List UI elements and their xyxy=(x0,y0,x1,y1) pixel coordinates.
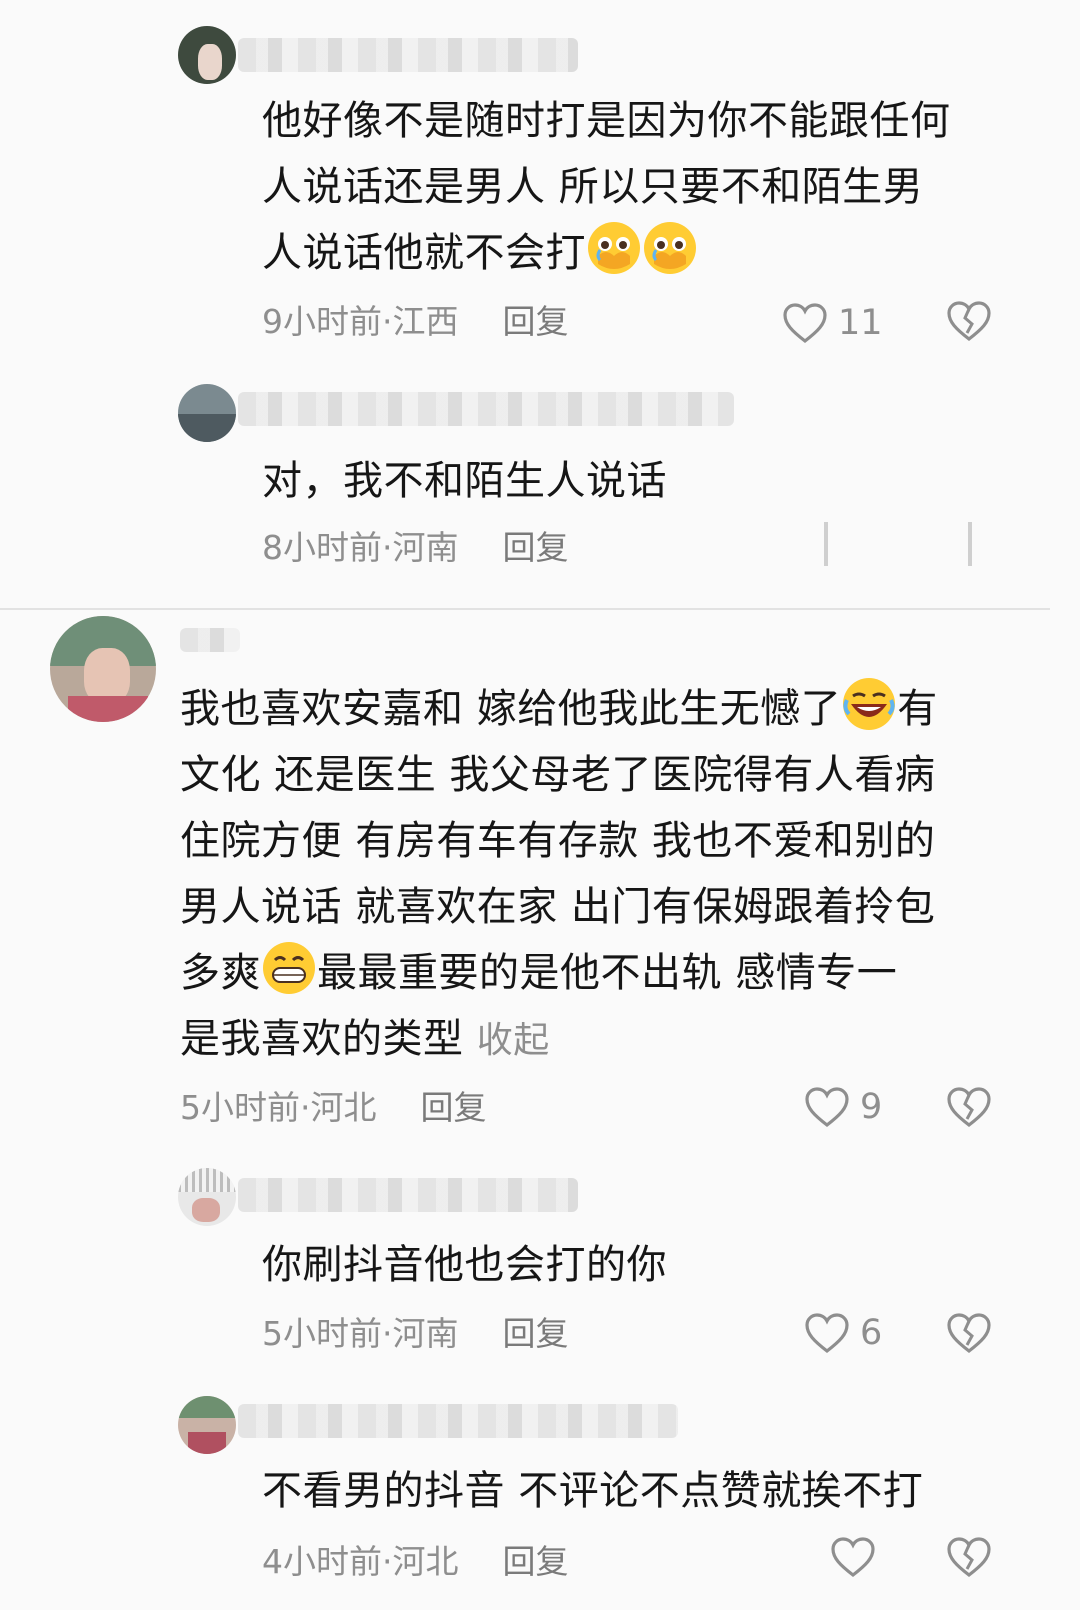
comment-text: 他好像不是随时打是因为你不能跟任何 人说话还是男人 所以只要不和陌生男 人说话他… xyxy=(262,98,951,276)
rolling-laughing-emoji xyxy=(843,678,896,730)
broken-heart-icon[interactable] xyxy=(946,1312,992,1354)
timestamp: 9小时前 xyxy=(262,302,382,341)
reply-button[interactable]: 回复 xyxy=(503,526,569,570)
avatar[interactable] xyxy=(178,1168,236,1226)
broken-heart-icon[interactable] xyxy=(946,1536,992,1578)
broken-heart-icon[interactable] xyxy=(946,1086,992,1128)
broken-heart-icon[interactable] xyxy=(946,300,992,342)
collapse-link[interactable]: 收起 xyxy=(477,1020,550,1061)
username-blurred[interactable] xyxy=(238,1404,678,1438)
username-blurred[interactable] xyxy=(238,1178,578,1212)
comment-text: 我也喜欢安嘉和 嫁给他我此生无憾了有 文化 还是医生 我父母老了医院得有人看病 … xyxy=(180,676,938,1074)
comment-text: 不看男的抖音 不评论不点赞就挨不打 xyxy=(262,1468,924,1514)
separator: · xyxy=(382,1314,393,1353)
like-count: 9 xyxy=(860,1087,883,1127)
separator: · xyxy=(300,1088,311,1127)
dislike-button[interactable] xyxy=(968,522,972,566)
heart-outline-icon[interactable] xyxy=(830,1536,876,1578)
region: 河北 xyxy=(310,1088,377,1127)
like-count: 6 xyxy=(860,1313,883,1353)
grinning-teeth-emoji xyxy=(263,942,315,994)
avatar[interactable] xyxy=(178,1396,236,1454)
heart-outline-icon xyxy=(783,303,827,344)
heart-outline-icon xyxy=(805,1087,849,1128)
separator: · xyxy=(382,302,393,341)
region: 河北 xyxy=(392,1542,459,1581)
separator: · xyxy=(382,1542,393,1581)
comment-meta: 5小时前 · 河北 回复 xyxy=(180,1086,487,1130)
region: 江西 xyxy=(392,302,459,341)
avatar[interactable] xyxy=(178,384,236,442)
comment-text: 对，我不和陌生人说话 xyxy=(262,458,667,504)
comment-meta: 5小时前 · 河南 回复 xyxy=(262,1312,569,1356)
like-button[interactable]: 11 xyxy=(782,300,883,346)
reply-button[interactable]: 回复 xyxy=(421,1086,487,1130)
username-blurred[interactable] xyxy=(238,38,578,72)
username-blurred[interactable] xyxy=(238,392,734,426)
comment-meta: 9小时前 · 江西 回复 xyxy=(262,300,569,344)
comment-text: 你刷抖音他也会打的你 xyxy=(262,1242,667,1288)
region: 河南 xyxy=(392,1314,459,1353)
reply-button[interactable]: 回复 xyxy=(503,1540,569,1584)
pleading-crying-emoji xyxy=(644,222,696,274)
timestamp: 5小时前 xyxy=(262,1314,382,1353)
username-blurred[interactable] xyxy=(180,628,240,652)
pleading-crying-emoji xyxy=(588,222,640,274)
heart-outline-icon xyxy=(805,1313,849,1354)
comment-meta: 8小时前 · 河南 回复 xyxy=(262,526,569,570)
timestamp: 8小时前 xyxy=(262,528,382,567)
reply-button[interactable]: 回复 xyxy=(503,300,569,344)
avatar[interactable] xyxy=(178,26,236,84)
region: 河南 xyxy=(392,528,459,567)
timestamp: 5小时前 xyxy=(180,1088,300,1127)
avatar[interactable] xyxy=(50,616,156,722)
like-button[interactable]: 9 xyxy=(804,1084,882,1130)
comment-meta: 4小时前 · 河北 回复 xyxy=(262,1540,569,1584)
timestamp: 4小时前 xyxy=(262,1542,382,1581)
like-button[interactable] xyxy=(824,522,828,566)
like-count: 11 xyxy=(838,303,883,343)
reply-button[interactable]: 回复 xyxy=(503,1312,569,1356)
like-button[interactable]: 6 xyxy=(804,1310,882,1356)
separator: · xyxy=(382,528,393,567)
thread-divider xyxy=(0,608,1050,610)
